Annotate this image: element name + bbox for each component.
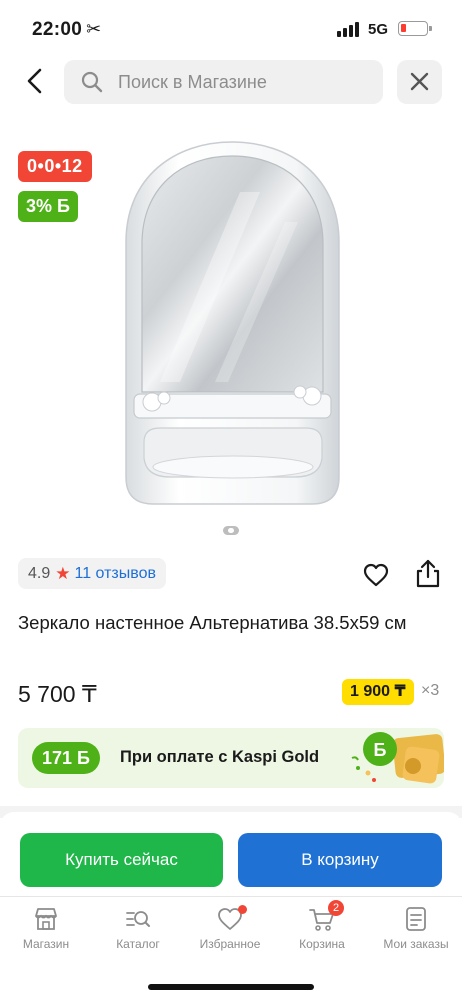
star-icon: ★ bbox=[55, 563, 71, 583]
tab-favorites-icon-wrap bbox=[216, 905, 247, 933]
chevron-left-icon bbox=[27, 68, 42, 94]
share-icon bbox=[416, 559, 440, 588]
tab-favorites-label: Избранное bbox=[199, 937, 261, 951]
svg-text:Б: Б bbox=[374, 740, 387, 760]
tab-store-label: Магазин bbox=[22, 937, 70, 951]
gold-bonus-chip: 171 Б bbox=[32, 742, 100, 774]
network-label: 5G bbox=[368, 21, 389, 38]
scissors-icon: ✂ bbox=[86, 19, 102, 39]
kaspi-gold-banner[interactable]: 171 Б При оплате с Kaspi Gold Б bbox=[18, 728, 444, 788]
home-indicator[interactable] bbox=[148, 984, 314, 990]
search-icon bbox=[81, 71, 103, 93]
close-icon bbox=[410, 72, 429, 91]
kaspi-gold-card-illustration: Б bbox=[351, 732, 444, 784]
product-title: Зеркало настенное Альтернатива 38.5x59 с… bbox=[18, 612, 407, 633]
status-time: 22:00 ✂ bbox=[32, 19, 102, 41]
search-input[interactable]: Поиск в Магазине bbox=[64, 60, 383, 104]
share-button[interactable] bbox=[413, 558, 443, 590]
heart-outline-icon bbox=[363, 563, 389, 587]
battery-icon bbox=[398, 21, 432, 36]
gold-banner-text: При оплате с Kaspi Gold bbox=[120, 748, 320, 766]
installment-badge: 0•0•12 bbox=[18, 151, 92, 182]
status-time-text: 22:00 bbox=[32, 19, 83, 40]
product-image[interactable] bbox=[120, 132, 345, 512]
catalog-search-icon bbox=[126, 911, 150, 927]
back-button[interactable] bbox=[18, 62, 54, 100]
signal-icon bbox=[337, 22, 361, 37]
tab-store[interactable]: Магазин bbox=[0, 905, 92, 961]
monthly-payment-months: ×3 bbox=[421, 682, 440, 699]
tab-orders-label: Мои заказы bbox=[383, 937, 449, 951]
search-placeholder: Поиск в Магазине bbox=[118, 72, 267, 92]
favorites-notification-dot bbox=[238, 905, 247, 914]
add-to-cart-button[interactable]: В корзину bbox=[238, 833, 442, 887]
rating-value: 4.9 bbox=[28, 564, 51, 582]
image-pagination-indicator bbox=[223, 526, 239, 535]
buy-now-button[interactable]: Купить сейчас bbox=[20, 833, 223, 887]
bonus-badge: 3% Б bbox=[18, 191, 78, 222]
close-button[interactable] bbox=[397, 60, 442, 104]
product-screen: 22:00 ✂ 5G Поиск в Магазине 0•0•12 3% Б … bbox=[0, 0, 462, 999]
reviews-link[interactable]: 11 отзывов bbox=[75, 565, 156, 583]
tab-catalog[interactable]: Каталог bbox=[92, 905, 184, 961]
tab-catalog-label: Каталог bbox=[116, 937, 160, 951]
tab-cart-icon-wrap: 2 bbox=[308, 900, 344, 933]
monthly-payment-chip[interactable]: 1 900 ₸ bbox=[342, 679, 414, 705]
orders-icon bbox=[406, 907, 426, 931]
store-icon bbox=[35, 908, 57, 930]
tab-favorites[interactable]: Избранное bbox=[184, 905, 276, 961]
tab-cart-label: Корзина bbox=[299, 937, 345, 951]
tab-cart[interactable]: 2 Корзина bbox=[276, 900, 368, 961]
cart-count-badge: 2 bbox=[328, 900, 344, 916]
rating-chip[interactable]: 4.9 ★ 11 отзывов bbox=[18, 558, 166, 589]
product-price: 5 700 ₸ bbox=[18, 681, 97, 707]
favorite-button[interactable] bbox=[362, 561, 390, 589]
status-bar: 22:00 ✂ 5G bbox=[0, 0, 462, 56]
tab-orders[interactable]: Мои заказы bbox=[370, 905, 462, 961]
